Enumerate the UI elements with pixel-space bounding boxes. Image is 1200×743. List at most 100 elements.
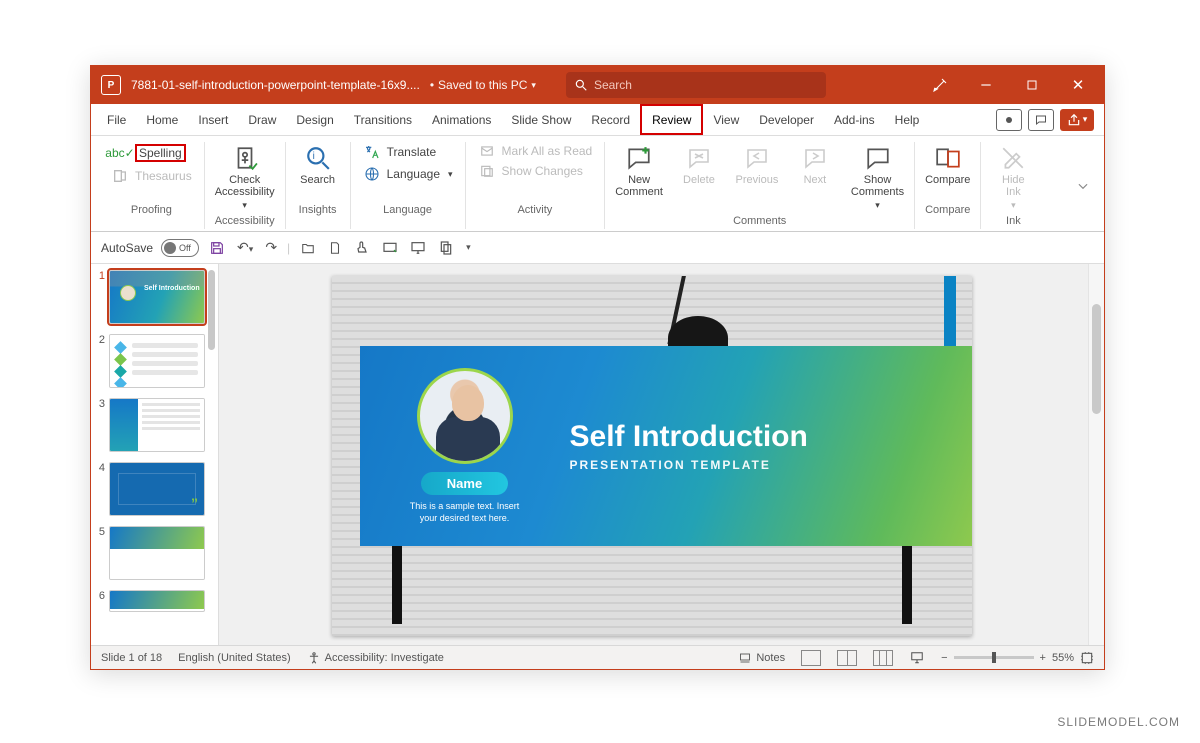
thesaurus-button[interactable]: Thesaurus — [107, 166, 196, 186]
thumbnail-4[interactable]: ” — [109, 462, 205, 516]
notes-button[interactable]: Notes — [738, 652, 785, 664]
tab-draw[interactable]: Draw — [238, 104, 286, 135]
copy-icon[interactable] — [436, 240, 456, 256]
tab-animations[interactable]: Animations — [422, 104, 501, 135]
thumbnail-1[interactable]: Self Introduction — [109, 270, 205, 324]
thumbnails-scrollbar[interactable] — [208, 270, 215, 350]
group-label: Language — [383, 202, 432, 218]
search-button[interactable]: i Search — [294, 142, 342, 188]
export-icon[interactable] — [380, 240, 400, 256]
tab-home[interactable]: Home — [136, 104, 188, 135]
hide-ink-icon — [997, 144, 1029, 172]
tab-transitions[interactable]: Transitions — [344, 104, 422, 135]
sorter-view-icon[interactable] — [837, 650, 857, 666]
slideshow-view-icon[interactable] — [909, 651, 925, 665]
undo-icon[interactable]: ↶▾ — [235, 239, 255, 256]
tab-view[interactable]: View — [703, 104, 749, 135]
record-indicator-icon[interactable] — [996, 109, 1022, 131]
more-icon[interactable]: ▾ — [464, 242, 473, 253]
group-label: Comments — [733, 213, 786, 229]
show-comments-button[interactable]: Show Comments▾ — [849, 142, 906, 213]
thumbnail-5[interactable] — [109, 526, 205, 580]
zoom-in-icon[interactable]: + — [1040, 652, 1046, 664]
share-button[interactable]: ▾ — [1060, 109, 1094, 131]
thumbnail-3[interactable] — [109, 398, 205, 452]
compare-button[interactable]: Compare — [923, 142, 972, 188]
show-comments-icon — [862, 144, 894, 172]
search-input[interactable] — [594, 78, 818, 92]
search-box[interactable] — [566, 72, 826, 98]
name-pill[interactable]: Name — [421, 472, 508, 495]
tab-slideshow[interactable]: Slide Show — [501, 104, 581, 135]
maximize-button[interactable] — [1014, 71, 1050, 99]
slide-counter[interactable]: Slide 1 of 18 — [101, 652, 162, 664]
language-status[interactable]: English (United States) — [178, 652, 291, 664]
tab-file[interactable]: File — [97, 104, 136, 135]
thesaurus-icon — [111, 168, 129, 184]
present-icon[interactable] — [408, 240, 428, 256]
tab-review[interactable]: Review — [640, 104, 703, 135]
reading-view-icon[interactable] — [873, 650, 893, 666]
group-label: Proofing — [131, 202, 172, 218]
tab-addins[interactable]: Add-ins — [824, 104, 885, 135]
mark-all-read-button[interactable]: Mark All as Read — [474, 142, 597, 160]
document-title[interactable]: 7881-01-self-introduction-powerpoint-tem… — [131, 78, 420, 92]
delete-comment-button[interactable]: Delete — [675, 142, 723, 188]
open-icon[interactable] — [298, 241, 318, 255]
status-bar: Slide 1 of 18 English (United States) Ac… — [91, 645, 1104, 669]
ribbon-collapse-icon[interactable] — [1076, 142, 1096, 229]
language-button[interactable]: Language▾ — [359, 164, 457, 184]
group-label: Compare — [925, 202, 970, 218]
app-icon: P — [101, 75, 121, 95]
previous-comment-button[interactable]: Previous — [733, 142, 781, 188]
touch-icon[interactable] — [352, 240, 372, 256]
spelling-button[interactable]: abc✓ Spelling — [107, 142, 196, 164]
slide-thumbnails: 1 Self Introduction 2 3 4 ” 5 6 — [91, 264, 219, 645]
save-state[interactable]: •Saved to this PC▾ — [430, 78, 536, 92]
thumbnail-2[interactable] — [109, 334, 205, 388]
zoom-out-icon[interactable]: − — [941, 652, 947, 664]
close-button[interactable]: ✕ — [1060, 71, 1096, 99]
check-accessibility-button[interactable]: Check Accessibility▾ — [213, 142, 277, 213]
show-changes-button[interactable]: Show Changes — [474, 162, 597, 180]
normal-view-icon[interactable] — [801, 650, 821, 666]
thumbnail-6[interactable] — [109, 590, 205, 612]
translate-icon — [363, 144, 381, 160]
coming-soon-icon[interactable] — [922, 71, 958, 99]
slide-canvas[interactable]: Name This is a sample text. Insertyour d… — [332, 276, 972, 636]
slide-heading[interactable]: Self Introduction PRESENTATION TEMPLATE — [570, 420, 808, 472]
slide-editor[interactable]: Name This is a sample text. Insertyour d… — [219, 264, 1088, 645]
slide-title[interactable]: Self Introduction — [570, 420, 808, 454]
vertical-scrollbar[interactable] — [1088, 264, 1104, 645]
zoom-slider[interactable] — [954, 656, 1034, 659]
translate-button[interactable]: Translate — [359, 142, 457, 162]
avatar-image[interactable] — [417, 368, 513, 464]
accessibility-status[interactable]: Accessibility: Investigate — [307, 651, 444, 665]
group-insights: i Search Insights — [286, 142, 351, 229]
group-label: Insights — [299, 202, 337, 218]
minimize-button[interactable] — [968, 71, 1004, 99]
redo-icon[interactable]: ↷ — [263, 239, 279, 256]
slide-subtitle[interactable]: PRESENTATION TEMPLATE — [570, 458, 808, 472]
next-comment-button[interactable]: Next — [791, 142, 839, 188]
language-icon — [363, 166, 381, 182]
tab-help[interactable]: Help — [885, 104, 930, 135]
new-comment-button[interactable]: New Comment — [613, 142, 665, 200]
autosave-toggle[interactable]: Off — [161, 239, 199, 257]
accessibility-person-icon — [307, 651, 321, 665]
save-icon[interactable] — [207, 240, 227, 256]
sample-text[interactable]: This is a sample text. Insertyour desire… — [410, 501, 520, 524]
new-icon[interactable] — [326, 240, 344, 256]
tab-developer[interactable]: Developer — [749, 104, 824, 135]
tab-record[interactable]: Record — [581, 104, 640, 135]
hide-ink-button[interactable]: Hide Ink▾ — [989, 142, 1037, 213]
new-comment-icon — [623, 144, 655, 172]
zoom-level[interactable]: 55% — [1052, 652, 1074, 664]
workspace: 1 Self Introduction 2 3 4 ” 5 6 — [91, 264, 1104, 645]
group-label: Accessibility — [215, 213, 275, 229]
tab-insert[interactable]: Insert — [188, 104, 238, 135]
fit-to-window-icon[interactable] — [1080, 651, 1094, 665]
tab-design[interactable]: Design — [286, 104, 343, 135]
comments-pane-icon[interactable] — [1028, 109, 1054, 131]
group-proofing: abc✓ Spelling Thesaurus Proofing — [99, 142, 205, 229]
